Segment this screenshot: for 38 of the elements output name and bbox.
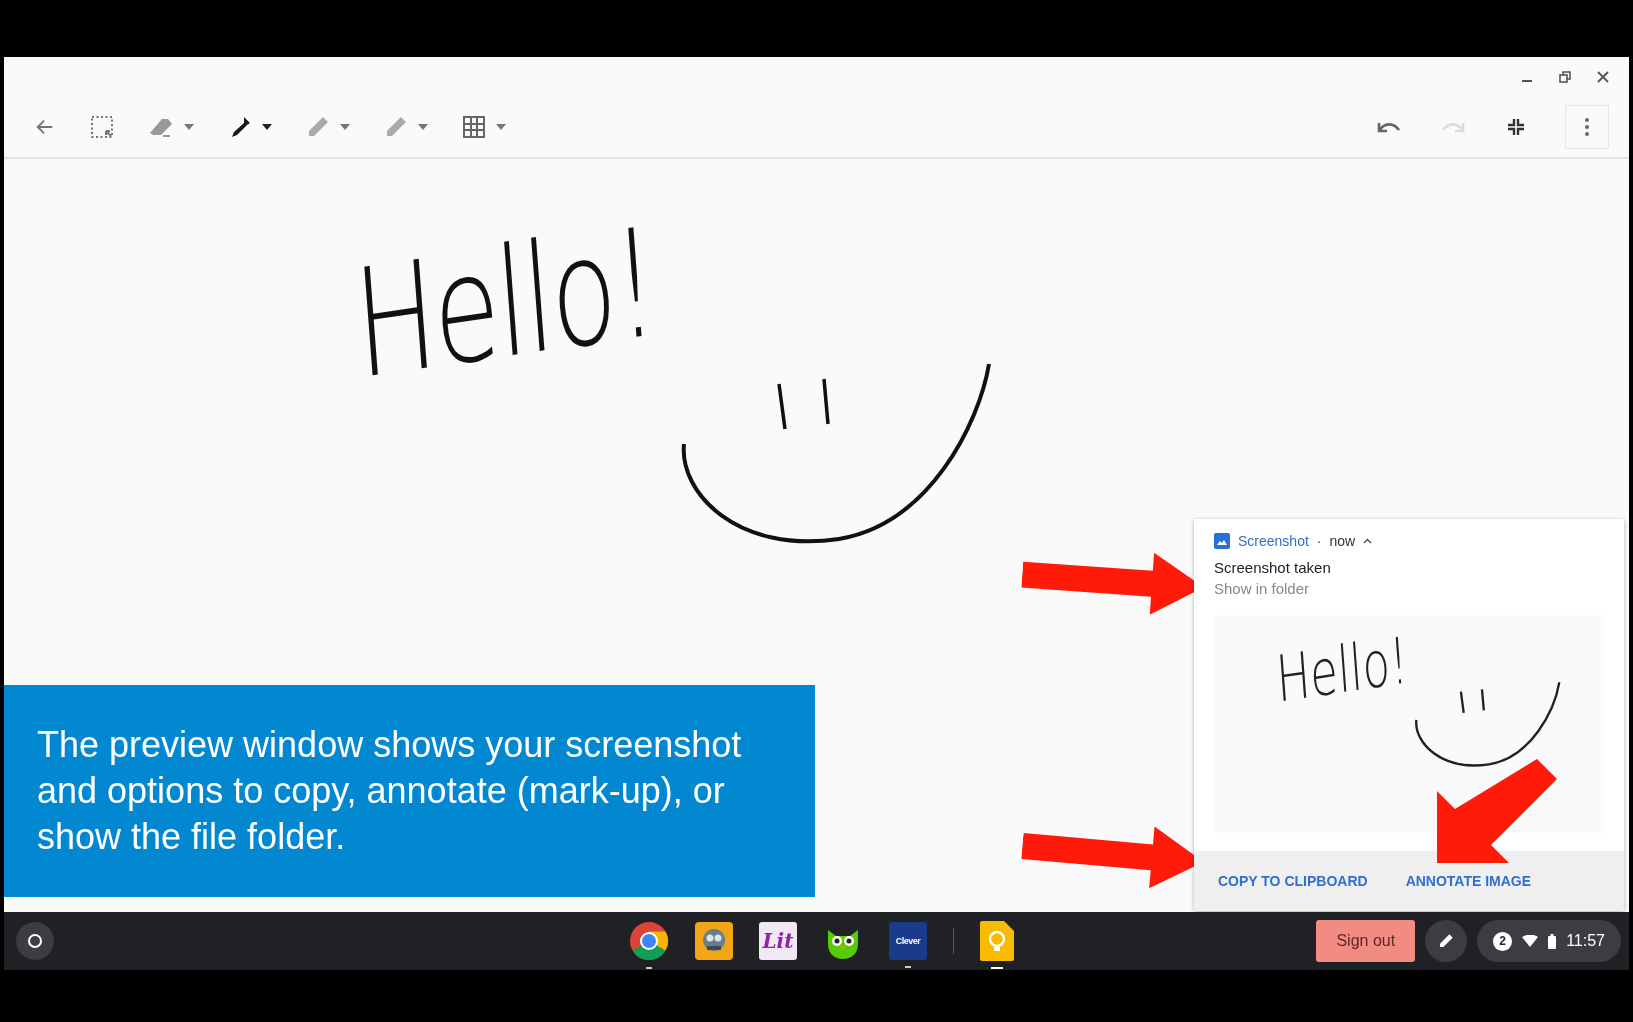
robot-app-icon[interactable] [695, 922, 733, 960]
app-name: Screenshot [1238, 533, 1309, 549]
notification-action-button[interactable]: ANNOTATE IMAGE [1401, 869, 1536, 893]
battery-icon [1548, 933, 1557, 949]
running-indicator [991, 967, 1003, 969]
launcher-icon [27, 933, 43, 949]
lightbulb-app-icon[interactable] [980, 921, 1014, 961]
image-icon [1214, 533, 1230, 549]
exit-fullscreen-icon[interactable] [1507, 118, 1525, 136]
running-indicator [646, 967, 652, 969]
notification-count: 2 [1493, 931, 1513, 951]
stylus-button[interactable] [1425, 920, 1468, 962]
notification-time: now [1329, 533, 1356, 549]
restore-icon[interactable] [1559, 71, 1571, 83]
running-indicator [905, 966, 911, 968]
notification-action-button[interactable]: COPY TO CLIPBOARD [1214, 869, 1372, 893]
notification-title: Screenshot taken [1213, 558, 1332, 576]
handwritten-text: Hello! [1274, 623, 1411, 717]
wifi-icon [1522, 935, 1539, 947]
clock-time: 11:57 [1566, 932, 1605, 950]
close-icon[interactable] [1597, 71, 1609, 83]
app-icon[interactable]: Lit [759, 922, 797, 960]
caption-text: The preview window shows your screenshot and options to copy, annotate (mark-up), or show the file folder. [37, 723, 743, 859]
notification-message: Show in folder [1213, 579, 1311, 597]
handwritten-text: Hello! [349, 195, 661, 413]
app-icon[interactable]: Clever [889, 922, 927, 960]
selection-icon[interactable] [90, 115, 114, 139]
screenshot-preview[interactable]: Hello! [1214, 615, 1604, 833]
sign-out-button[interactable]: Sign out [1316, 920, 1416, 962]
collapse-chevron-icon[interactable] [1363, 538, 1373, 544]
dropdown-caret-icon[interactable] [262, 124, 272, 130]
launcher-button[interactable] [16, 922, 54, 960]
status-area[interactable]: 2 11:57 [1477, 920, 1621, 962]
browser-icon[interactable] [629, 921, 669, 961]
pen-icon [1438, 933, 1455, 949]
more-icon [1585, 118, 1589, 136]
grid-icon[interactable] [462, 115, 486, 139]
separator-dot: · [1316, 533, 1322, 549]
